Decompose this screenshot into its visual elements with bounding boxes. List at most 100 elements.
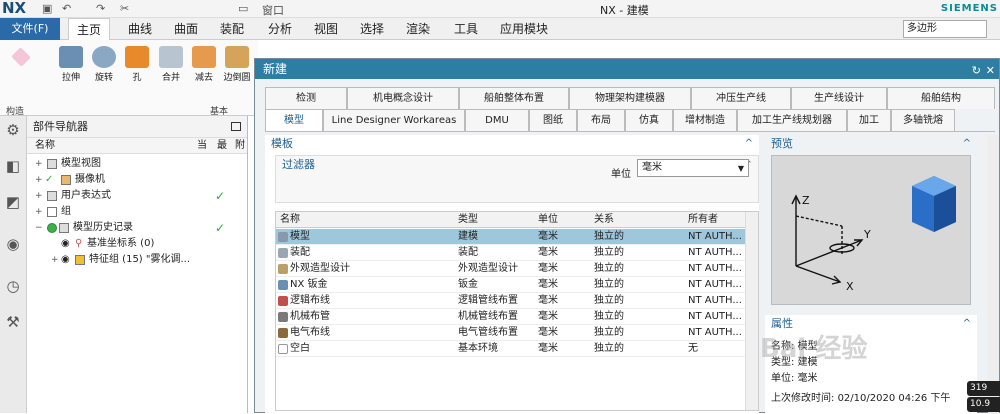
revolve-button[interactable]: 旋转: [89, 46, 119, 83]
expand-icon[interactable]: +: [35, 172, 43, 188]
tab-line-designer[interactable]: Line Designer Workareas: [323, 109, 465, 131]
tree-item-camera[interactable]: + ✓ 摄像机: [27, 172, 248, 188]
dialog-title: 新建: [263, 62, 288, 76]
redo-icon[interactable]: ↷: [96, 2, 105, 15]
tab-line-planner[interactable]: 加工生产线规划器: [737, 109, 847, 131]
undo-icon[interactable]: ↶: [62, 2, 71, 15]
table-row[interactable]: NX 钣金 钣金 毫米 独立的 NT AUTH...: [276, 277, 746, 293]
tab-additive[interactable]: 增材制造: [673, 109, 737, 131]
tab-line-design[interactable]: 生产线设计: [791, 87, 887, 109]
tab-press-line[interactable]: 冲压生产线: [691, 87, 791, 109]
tab-render[interactable]: 渲染: [398, 18, 438, 40]
table-row[interactable]: 模型 建模 毫米 独立的 NT AUTH...: [276, 229, 746, 245]
collapse-icon[interactable]: ^: [963, 135, 971, 153]
tab-ship-layout[interactable]: 船舶整体布置: [459, 87, 569, 109]
tab-inspection[interactable]: 检测: [265, 87, 347, 109]
subtract-button[interactable]: 减去: [189, 46, 219, 83]
tab-physical-arch[interactable]: 物理架构建模器: [569, 87, 691, 109]
tab-analysis[interactable]: 分析: [260, 18, 300, 40]
part-navigator-icon[interactable]: ◩: [3, 192, 23, 212]
tab-select[interactable]: 选择: [352, 18, 392, 40]
y-axis-label: Y: [863, 228, 871, 241]
web-browser-icon[interactable]: ◉: [3, 234, 23, 254]
collapse-icon[interactable]: −: [35, 220, 43, 236]
collapse-icon[interactable]: ^: [963, 315, 971, 333]
eye-icon[interactable]: ◉: [61, 252, 70, 268]
preview-header[interactable]: 预览 ^: [765, 135, 977, 153]
tab-multiaxis[interactable]: 多轴铣熔: [891, 109, 955, 131]
csys-preview-graphic: Z Y X: [791, 176, 956, 293]
tree-item-groups[interactable]: + 组: [27, 204, 248, 220]
expand-icon[interactable]: +: [35, 204, 43, 220]
command-search-input[interactable]: 多边形: [903, 20, 987, 38]
camera-icon: [61, 175, 71, 185]
table-row[interactable]: 逻辑布线 逻辑管线布置 毫米 独立的 NT AUTH...: [276, 293, 746, 309]
edge-blend-button[interactable]: 边倒圆: [222, 46, 252, 83]
save-icon[interactable]: ▣: [42, 2, 52, 15]
column-current[interactable]: 当: [197, 138, 207, 154]
table-row[interactable]: 机械布管 机械管线布置 毫米 独立的 NT AUTH...: [276, 309, 746, 325]
collapse-icon[interactable]: ^: [745, 135, 753, 153]
sketch-button[interactable]: [6, 46, 36, 70]
table-row[interactable]: 外观造型设计 外观造型设计 毫米 独立的 NT AUTH...: [276, 261, 746, 277]
table-row[interactable]: 空白 基本环境 毫米 独立的 无: [276, 341, 746, 357]
assembly-navigator-icon[interactable]: ◧: [3, 156, 23, 176]
tab-view[interactable]: 视图: [306, 18, 346, 40]
tab-ship-structure[interactable]: 船舶结构: [887, 87, 995, 109]
tree-item-datum-csys[interactable]: ◉ ⚲ 基准坐标系 (0): [27, 236, 248, 252]
templates-header[interactable]: 模板 ^: [265, 135, 759, 153]
nx-logo: NX: [2, 0, 27, 17]
expand-icon[interactable]: +: [51, 252, 59, 268]
column-latest[interactable]: 最: [217, 138, 227, 154]
reset-icon[interactable]: ↻: [972, 61, 981, 81]
tab-model[interactable]: 模型: [265, 109, 323, 132]
tree-item-user-expressions[interactable]: + 用户表达式 ✓: [27, 188, 248, 204]
window-icon[interactable]: ▭: [238, 2, 248, 15]
file-menu[interactable]: 文件(F): [0, 18, 60, 40]
tab-curve[interactable]: 曲线: [120, 18, 160, 40]
checkmark-icon: ✓: [45, 174, 54, 185]
close-icon[interactable]: ✕: [986, 61, 995, 81]
tab-assembly[interactable]: 装配: [212, 18, 252, 40]
part-navigator: 部件导航器 名称 当 最 附 + 模型视图 + ✓ 摄像机 + 用户表达式 ✓ …: [27, 116, 248, 413]
column-name[interactable]: 名称: [35, 138, 55, 154]
extrude-icon: [59, 46, 83, 68]
tab-drawing[interactable]: 图纸: [529, 109, 577, 131]
hole-button[interactable]: 孔: [122, 46, 152, 83]
status-icon: [47, 223, 57, 233]
expand-icon[interactable]: +: [35, 156, 43, 172]
tree-item-model-views[interactable]: + 模型视图: [27, 156, 248, 172]
tab-layout[interactable]: 布局: [577, 109, 625, 131]
status-badge: 319: [967, 381, 1000, 396]
tab-surface[interactable]: 曲面: [166, 18, 206, 40]
tab-mechatronics[interactable]: 机电概念设计: [347, 87, 459, 109]
table-row[interactable]: 电气布线 电气管线布置 毫米 独立的 NT AUTH...: [276, 325, 746, 341]
eye-icon[interactable]: ◉: [61, 236, 70, 252]
tab-simulation[interactable]: 仿真: [625, 109, 673, 131]
datum-csys-icon: ⚲: [75, 238, 83, 249]
cut-icon[interactable]: ✂: [120, 2, 129, 15]
hole-icon: [125, 46, 149, 68]
history-icon[interactable]: ◷: [3, 276, 23, 296]
tab-machining[interactable]: 加工: [847, 109, 891, 131]
unit-select[interactable]: 毫米 ▼: [637, 159, 749, 177]
tab-tools[interactable]: 工具: [446, 18, 486, 40]
tree-item-model-history[interactable]: − 模型历史记录 ✓: [27, 220, 248, 236]
tab-dmu[interactable]: DMU: [465, 109, 529, 131]
siemens-logo: SIEMENS: [940, 3, 998, 14]
column-attached[interactable]: 附: [235, 138, 245, 154]
tab-app-modules[interactable]: 应用模块: [492, 18, 556, 40]
gear-icon[interactable]: ⚙: [3, 120, 23, 140]
maximize-icon[interactable]: [231, 122, 241, 131]
tab-home[interactable]: 主页: [68, 18, 111, 40]
extrude-button[interactable]: 拉伸: [56, 46, 86, 83]
window-menu[interactable]: 窗口: [262, 2, 284, 18]
x-axis-label: X: [846, 280, 854, 293]
expand-icon[interactable]: +: [35, 188, 43, 204]
unite-button[interactable]: 合并: [156, 46, 186, 83]
role-icon[interactable]: ⚒: [3, 312, 23, 332]
tree-item-feature-group[interactable]: + ◉ 特征组 (15) "雾化调...: [27, 252, 248, 268]
table-row[interactable]: 装配 装配 毫米 独立的 NT AUTH...: [276, 245, 746, 261]
table-scrollbar[interactable]: [745, 212, 758, 410]
dialog-scrollbar[interactable]: [988, 135, 999, 414]
